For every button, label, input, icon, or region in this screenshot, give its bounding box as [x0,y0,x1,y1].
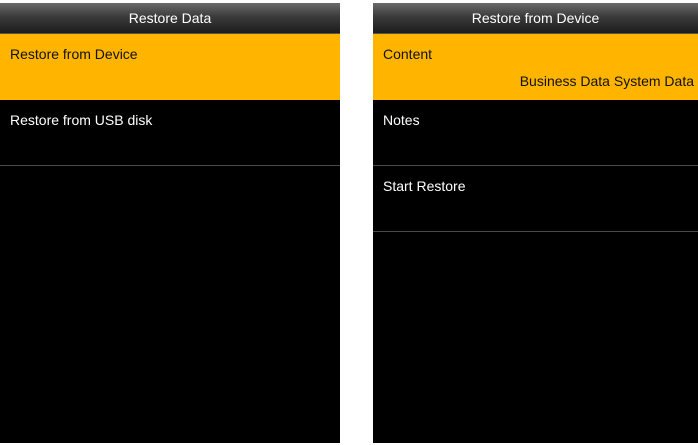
menu-item-restore-from-device[interactable]: Restore from Device [0,34,340,100]
menu-item-start-restore[interactable]: Start Restore [373,166,698,232]
menu-item-label: Notes [383,112,420,128]
screen-title: Restore Data [0,3,340,34]
menu-item-label: Content [383,46,433,62]
menu-item-content[interactable]: Content Business Data System Data [373,34,698,100]
menu-item-label: Start Restore [383,178,466,194]
menu-item-label: Restore from Device [10,46,138,62]
menu-item-notes[interactable]: Notes [373,100,698,166]
menu-item-label: Restore from USB disk [10,112,153,128]
menu-item-restore-from-usb[interactable]: Restore from USB disk [0,100,340,166]
restore-data-screen: Restore Data Restore from Device Restore… [0,3,340,443]
content-value: Business Data System Data [519,73,694,89]
screen-title: Restore from Device [373,3,698,34]
restore-from-device-screen: Restore from Device Content Business Dat… [373,3,698,443]
